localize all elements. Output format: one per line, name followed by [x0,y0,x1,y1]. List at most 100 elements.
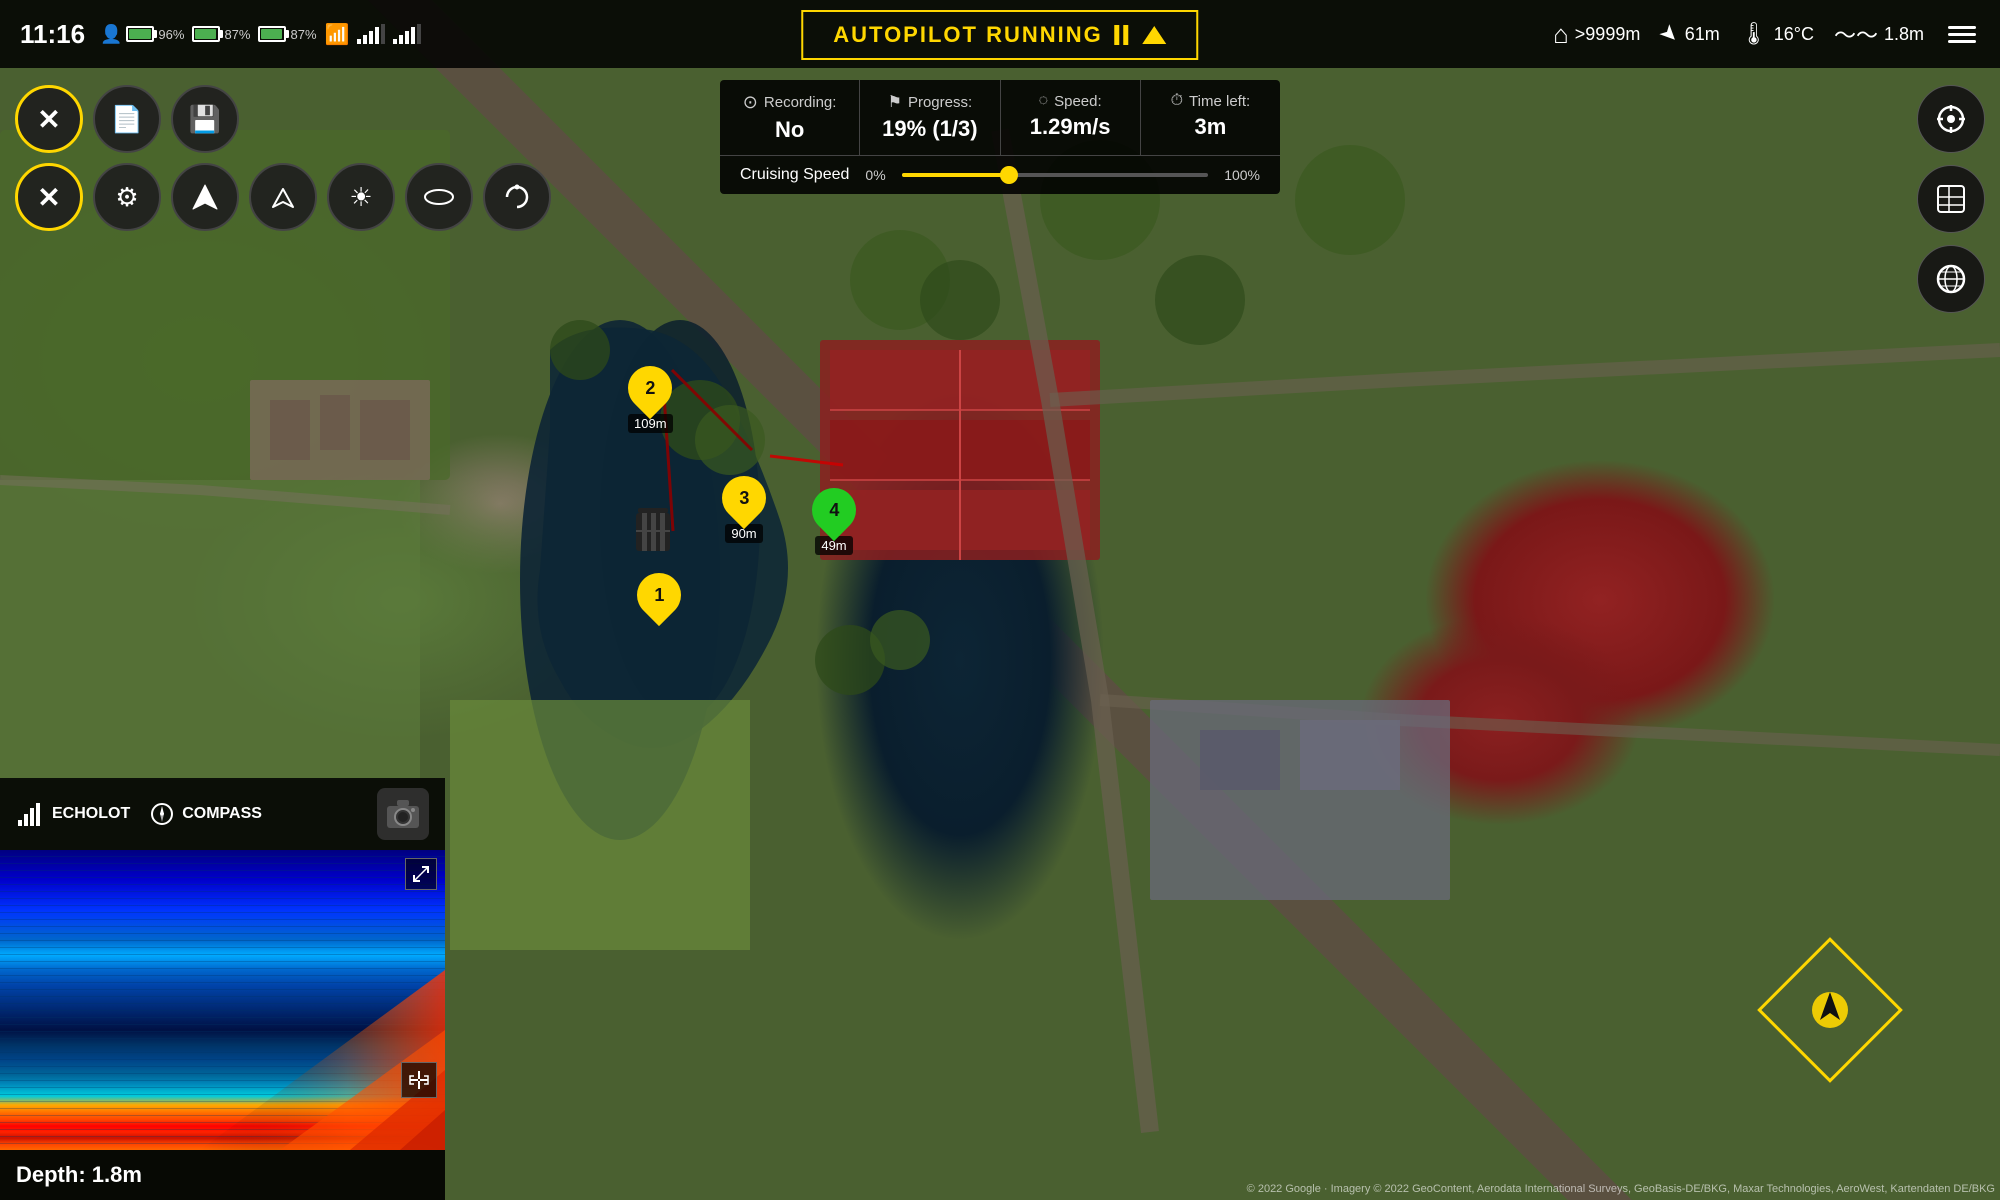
timeleft-label: ⏱ Time left: [1161,92,1260,110]
speedometer-icon: ◌ [1039,92,1049,110]
sonar-canvas [0,850,445,1150]
speed-slider[interactable] [902,173,1209,177]
hamburger-menu[interactable] [1944,22,1980,47]
speed-slider-thumb[interactable] [1000,166,1018,184]
navigation-button-2[interactable] [249,163,317,231]
speed-slider-fill [902,173,1009,177]
map-type-button[interactable] [1917,165,1985,233]
location-icon [1935,103,1967,135]
sig-bar-inactive [417,24,421,44]
battery-fill-2 [195,29,216,39]
left-toolbar: ✕ 📄 💾 ✕ ⚙ ☀ [15,85,551,231]
sig-bar [411,27,415,44]
compass-label: COMPASS [182,805,262,823]
document-icon: 📄 [111,104,143,135]
speed-pct-right: 100% [1224,167,1260,183]
signal-bars-1 [357,24,385,44]
brightness-button[interactable]: ☀ [327,163,395,231]
battery-fill-3 [261,29,282,39]
camera-button[interactable] [377,788,429,840]
echolot-label: ECHOLOT [52,805,130,823]
expand-icon [412,865,430,883]
toolbar-row-2: ✕ ⚙ ☀ [15,163,551,231]
echolot-compass-bar: ECHOLOT COMPASS [0,778,445,850]
lens-icon [424,189,454,205]
info-panel-top: ⊙ Recording: No ⚑ Progress: 19% (1/3) ◌ … [720,80,1280,156]
battery-group-1: 👤 96% [100,24,184,45]
recording-value: No [740,117,839,143]
battery-pct-1: 96% [158,27,184,42]
document-button[interactable]: 📄 [93,85,161,153]
battery-pct-2: 87% [224,27,250,42]
drone-position-indicator [1740,920,1920,1100]
battery-pct-3: 87% [290,27,316,42]
settings-button[interactable]: ⚙ [93,163,161,231]
more-button[interactable] [483,163,551,231]
location-button[interactable] [1917,85,1985,153]
diamond-container [1740,920,1920,1100]
compress-button[interactable] [401,1062,437,1098]
speed-pct-left: 0% [865,167,885,183]
pause-bar-1 [1115,25,1120,45]
upload-arrow-icon [1143,26,1167,44]
nav-distance-stat: ➤ 61m [1660,21,1719,47]
progress-value: 19% (1/3) [880,116,979,142]
sig-bar [393,39,397,44]
home-distance-stat: ⌂ >9999m [1553,19,1640,50]
signal-value: 1.8m [1884,24,1924,45]
close-button-1[interactable]: ✕ [15,85,83,153]
signal-stat: 〜〜 1.8m [1834,18,1924,50]
battery-fill-1 [129,29,151,39]
hamburger-line [1948,26,1976,29]
compress-icon [408,1069,430,1091]
autopilot-button[interactable]: AUTOPILOT RUNNING [801,10,1198,60]
navigation-button-1[interactable] [171,163,239,231]
compass-button[interactable]: COMPASS [150,802,262,826]
record-icon: ⊙ [743,92,758,113]
hamburger-line [1948,40,1976,43]
battery-icon-1 [126,26,154,42]
sig-bar-inactive [381,24,385,44]
expand-button[interactable] [405,858,437,890]
battery-group-2: 87% [192,26,250,42]
pause-bar-2 [1124,25,1129,45]
depth-display: Depth: 1.8m [0,1150,445,1200]
globe-icon [1935,263,1967,295]
echolot-icon [16,802,44,826]
signal-wave-icon: 〜〜 [1834,18,1878,50]
progress-cell: ⚑ Progress: 19% (1/3) [860,80,1000,155]
close-button-2[interactable]: ✕ [15,163,83,231]
brightness-icon: ☀ [349,182,372,213]
wifi-icon: 📶 [325,22,350,47]
battery-icon-2 [192,26,220,42]
globe-button[interactable] [1917,245,1985,313]
depth-label: Depth: [16,1162,86,1187]
bottom-left-panel: ECHOLOT COMPASS [0,778,445,1200]
clock-icon: ⏱ [1171,92,1183,110]
pause-icon [1115,25,1131,45]
home-icon: ⌂ [1553,19,1569,50]
speed-label: ◌ Speed: [1021,92,1120,110]
info-panel-bottom: Cruising Speed 0% 100% [720,156,1280,194]
speed-value: 1.29m/s [1021,114,1120,140]
lens-button[interactable] [405,163,473,231]
depth-value: 1.8m [92,1162,142,1187]
progress-label: ⚑ Progress: [880,92,979,112]
sig-bar [363,35,367,44]
autopilot-label: AUTOPILOT RUNNING [833,22,1102,48]
diamond-svg [1740,920,1920,1100]
temperature-stat: 🌡 16°C [1740,21,1814,47]
save-icon: 💾 [189,104,221,135]
person-icon: 👤 [100,24,122,45]
flag-icon: ⚑ [888,92,902,112]
wifi-group: 📶 [325,22,350,47]
nav-distance-value: 61m [1685,24,1720,45]
timeleft-value: 3m [1161,114,1260,140]
temperature-value: 16°C [1774,24,1814,45]
recording-cell: ⊙ Recording: No [720,80,860,155]
save-button[interactable]: 💾 [171,85,239,153]
battery-icon-3 [258,26,286,42]
echolot-button[interactable]: ECHOLOT [16,802,130,826]
info-panel: ⊙ Recording: No ⚑ Progress: 19% (1/3) ◌ … [720,80,1280,194]
battery-group-3: 87% [258,26,316,42]
